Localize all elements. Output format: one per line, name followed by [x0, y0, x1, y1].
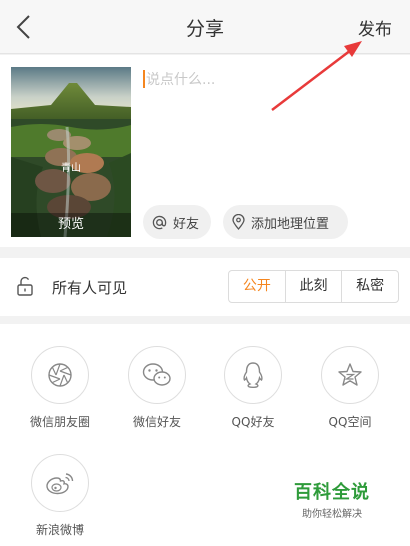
- share-label: QQ好友: [231, 415, 275, 429]
- unlock-icon: [17, 276, 33, 296]
- status-text-input[interactable]: [146, 68, 396, 92]
- mention-friends-label: 好友: [173, 216, 200, 232]
- share-wechat-moments[interactable]: 微信朋友圈: [20, 346, 100, 430]
- visibility-row: 所有人可见 公开 此刻 私密: [0, 258, 410, 316]
- location-pin-icon: [232, 214, 245, 230]
- share-wechat-friends[interactable]: 微信好友: [117, 346, 197, 430]
- image-thumbnail[interactable]: 青山 预览: [11, 67, 131, 237]
- qzone-star-icon: [338, 363, 362, 386]
- visibility-option-public[interactable]: 公开: [229, 271, 286, 302]
- add-location-label: 添加地理位置: [251, 216, 330, 232]
- share-qzone[interactable]: QQ空间: [310, 346, 390, 430]
- visibility-option-private[interactable]: 私密: [342, 271, 398, 302]
- at-sign-icon: [152, 215, 167, 229]
- watermark-subtitle: 助你轻松解决: [302, 509, 362, 520]
- image-tag: 青山: [61, 163, 81, 174]
- preview-button[interactable]: 预览: [11, 213, 131, 237]
- wechat-icon: [142, 363, 171, 386]
- share-circle: [31, 454, 89, 512]
- visibility-option-moment[interactable]: 此刻: [286, 271, 343, 302]
- share-label: 新浪微博: [35, 523, 84, 537]
- share-label: 微信朋友圈: [29, 415, 90, 429]
- share-circle: [31, 346, 89, 404]
- share-circle: [128, 346, 186, 404]
- visibility-selector: 公开 此刻 私密: [228, 270, 399, 303]
- header-bar: 分享 发布: [0, 0, 410, 54]
- share-label: QQ空间: [328, 415, 372, 429]
- watermark-logo: 百科全说 助你轻松解决: [282, 478, 382, 520]
- qq-penguin-icon: [243, 362, 263, 389]
- share-circle: [321, 346, 379, 404]
- share-qq-friends[interactable]: QQ好友: [213, 346, 293, 430]
- add-location-button[interactable]: 添加地理位置: [223, 205, 348, 239]
- publish-button[interactable]: 发布: [358, 15, 392, 40]
- landscape-image: [11, 67, 131, 237]
- share-circle: [224, 346, 282, 404]
- mention-friends-button[interactable]: 好友: [143, 205, 211, 239]
- share-sina-weibo[interactable]: 新浪微博: [20, 454, 100, 538]
- page-title: 分享: [185, 18, 224, 40]
- compose-panel: 青山 预览 好友 添加地理位置: [0, 55, 410, 247]
- visibility-label: 所有人可见: [52, 279, 128, 297]
- text-cursor: [143, 70, 145, 88]
- share-label: 微信好友: [132, 415, 181, 429]
- watermark-title: 百科全说: [294, 482, 370, 503]
- weibo-icon: [46, 473, 74, 495]
- aperture-icon: [48, 363, 72, 387]
